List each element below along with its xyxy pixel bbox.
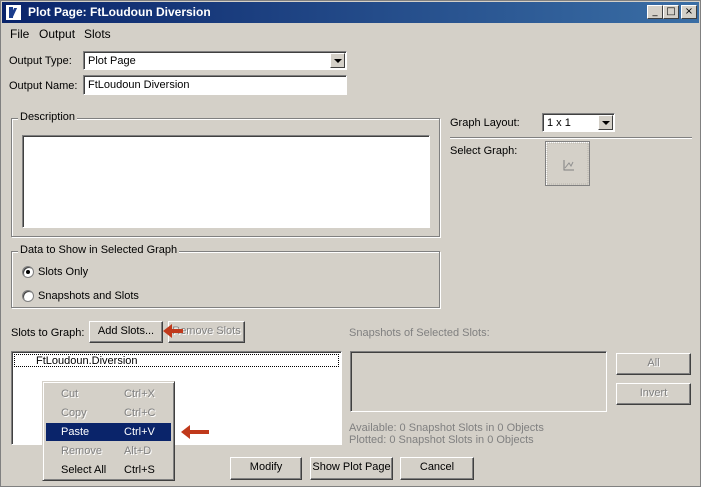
menu-bar: File Output Slots: [2, 24, 699, 42]
all-button[interactable]: All: [616, 353, 691, 375]
graph-layout-label: Graph Layout:: [450, 117, 520, 129]
remove-label: Remove: [61, 445, 102, 457]
modify-label: Modify: [249, 461, 283, 473]
output-name-value: FtLoudoun Diversion: [88, 79, 190, 91]
output-type-value: Plot Page: [88, 55, 136, 67]
show-plot-page-label: Show Plot Page: [312, 461, 391, 473]
slots-only-label[interactable]: Slots Only: [38, 266, 88, 278]
chevron-down-icon[interactable]: [598, 115, 613, 130]
slots-to-graph-label: Slots to Graph:: [11, 327, 85, 339]
minimize-button[interactable]: _: [647, 5, 663, 19]
graph-layout-value: 1 x 1: [547, 117, 571, 129]
data-show-title: Data to Show in Selected Graph: [18, 244, 180, 256]
menu-item-remove[interactable]: Remove Alt+D: [46, 442, 171, 460]
cut-shortcut: Ctrl+X: [124, 388, 155, 400]
select-all-shortcut: Ctrl+S: [124, 464, 155, 476]
plotted-text: Plotted: 0 Snapshot Slots in 0 Objects: [349, 434, 534, 446]
all-label: All: [647, 357, 660, 369]
output-name-label: Output Name:: [9, 80, 78, 92]
window-title: Plot Page: FtLoudoun Diversion: [28, 5, 211, 19]
annotation-arrow-icon: [181, 425, 209, 439]
output-type-select[interactable]: Plot Page: [83, 51, 347, 70]
snapshots-slots-radio[interactable]: [22, 290, 34, 302]
output-name-input[interactable]: FtLoudoun Diversion: [83, 75, 347, 95]
chevron-down-icon[interactable]: [330, 53, 345, 68]
list-item-label: FtLoudoun.Diversion: [36, 355, 138, 367]
select-all-label: Select All: [61, 464, 107, 476]
add-slots-button[interactable]: Add Slots...: [89, 321, 163, 343]
menu-item-cut[interactable]: Cut Ctrl+X: [46, 385, 171, 403]
cancel-button[interactable]: Cancel: [400, 457, 474, 480]
graph-divider: [450, 137, 692, 139]
invert-button[interactable]: Invert: [616, 383, 691, 405]
menu-item-copy[interactable]: Copy Ctrl+C: [46, 404, 171, 422]
menu-file[interactable]: File: [10, 27, 29, 41]
available-text: Available: 0 Snapshot Slots in 0 Objects: [349, 422, 544, 434]
cancel-label: Cancel: [419, 461, 455, 473]
menu-item-paste[interactable]: Paste Ctrl+V: [46, 423, 171, 441]
menu-slots[interactable]: Slots: [84, 27, 111, 41]
show-plot-page-button[interactable]: Show Plot Page: [310, 457, 393, 480]
menu-output[interactable]: Output: [39, 27, 75, 41]
annotation-arrow-icon: [163, 324, 183, 338]
snapshots-list[interactable]: [350, 351, 607, 412]
snapshots-slots-label[interactable]: Snapshots and Slots: [38, 290, 139, 302]
plot-page-window: Plot Page: FtLoudoun Diversion _ □ × Fil…: [0, 0, 701, 487]
title-bar[interactable]: Plot Page: FtLoudoun Diversion _ □ ×: [2, 2, 699, 23]
graph-layout-select[interactable]: 1 x 1: [542, 113, 615, 132]
context-menu: Cut Ctrl+X Copy Ctrl+C Paste Ctrl+V Remo…: [42, 381, 175, 481]
menu-item-select-all[interactable]: Select All Ctrl+S: [46, 461, 171, 479]
modify-button[interactable]: Modify: [230, 457, 302, 480]
paste-label: Paste: [61, 426, 90, 438]
copy-label: Copy: [61, 407, 87, 419]
maximize-button[interactable]: □: [663, 5, 679, 19]
description-textarea[interactable]: [22, 135, 430, 228]
paste-shortcut: Ctrl+V: [124, 426, 155, 438]
output-type-label: Output Type:: [9, 55, 72, 67]
riverware-app-icon: [5, 4, 22, 21]
cut-label: Cut: [61, 388, 79, 400]
snapshots-label: Snapshots of Selected Slots:: [349, 327, 490, 339]
slots-only-radio[interactable]: [22, 266, 34, 278]
close-button[interactable]: ×: [681, 5, 697, 19]
list-item[interactable]: FtLoudoun.Diversion: [14, 354, 339, 367]
add-slots-label: Add Slots...: [97, 325, 155, 337]
remove-shortcut: Alt+D: [124, 445, 152, 457]
description-label: Description: [18, 111, 78, 123]
copy-shortcut: Ctrl+C: [124, 407, 156, 419]
graph-icon: [546, 142, 589, 185]
graph-thumbnail[interactable]: [545, 141, 590, 186]
select-graph-label: Select Graph:: [450, 145, 518, 157]
invert-label: Invert: [639, 387, 668, 399]
